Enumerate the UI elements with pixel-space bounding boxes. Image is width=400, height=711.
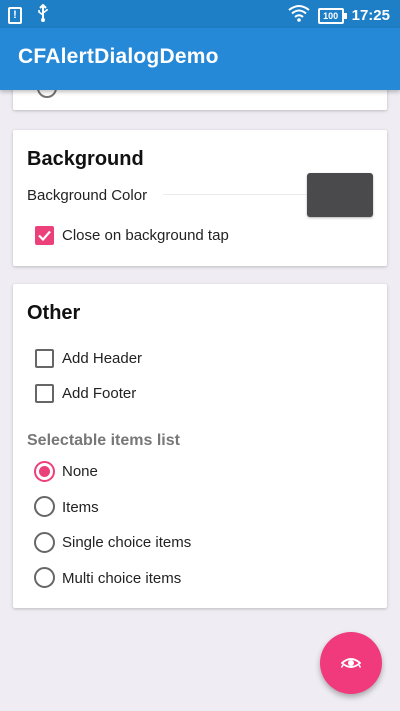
eye-icon: [341, 658, 361, 668]
radio-single-choice-items[interactable]: [34, 532, 55, 553]
radio-multi-choice-items[interactable]: [34, 567, 55, 588]
background-color-label: Background Color: [27, 187, 148, 204]
add-header-checkbox[interactable]: [35, 349, 54, 368]
close-on-tap-label: Close on background tap: [62, 227, 229, 244]
usb-icon: [36, 3, 50, 27]
alert-notification-icon: !: [8, 7, 22, 24]
background-color-swatch-button[interactable]: [307, 173, 373, 217]
app-title: CFAlertDialogDemo: [18, 45, 219, 68]
status-bar: ! 100 17:25: [0, 0, 400, 28]
background-section-title: Background: [27, 148, 144, 170]
option-label: Multi choice items: [62, 570, 182, 587]
app-bar: CFAlertDialogDemo: [0, 28, 400, 90]
battery-level: 100: [323, 10, 339, 21]
clock: 17:25: [351, 7, 390, 24]
radio-none[interactable]: [34, 461, 55, 482]
add-header-label: Add Header: [62, 350, 143, 367]
other-section-title: Other: [27, 302, 81, 324]
close-on-tap-checkbox[interactable]: [35, 226, 54, 245]
option-label: None: [62, 463, 98, 480]
wifi-icon: [288, 4, 310, 27]
other-card: Other Add Header Add Footer Selectable i…: [13, 284, 387, 608]
option-label: Single choice items: [62, 534, 192, 551]
add-footer-checkbox[interactable]: [35, 384, 54, 403]
option-label: Items: [62, 499, 99, 516]
divider: [163, 194, 308, 195]
check-icon: [38, 230, 51, 242]
add-footer-label: Add Footer: [62, 385, 137, 402]
radio-items[interactable]: [34, 496, 55, 517]
show-dialog-fab[interactable]: [320, 632, 382, 694]
selectable-items-subheader: Selectable items list: [27, 432, 180, 449]
battery-icon: 100: [317, 7, 347, 24]
background-card: Background Background Color Close on bac…: [13, 130, 387, 266]
